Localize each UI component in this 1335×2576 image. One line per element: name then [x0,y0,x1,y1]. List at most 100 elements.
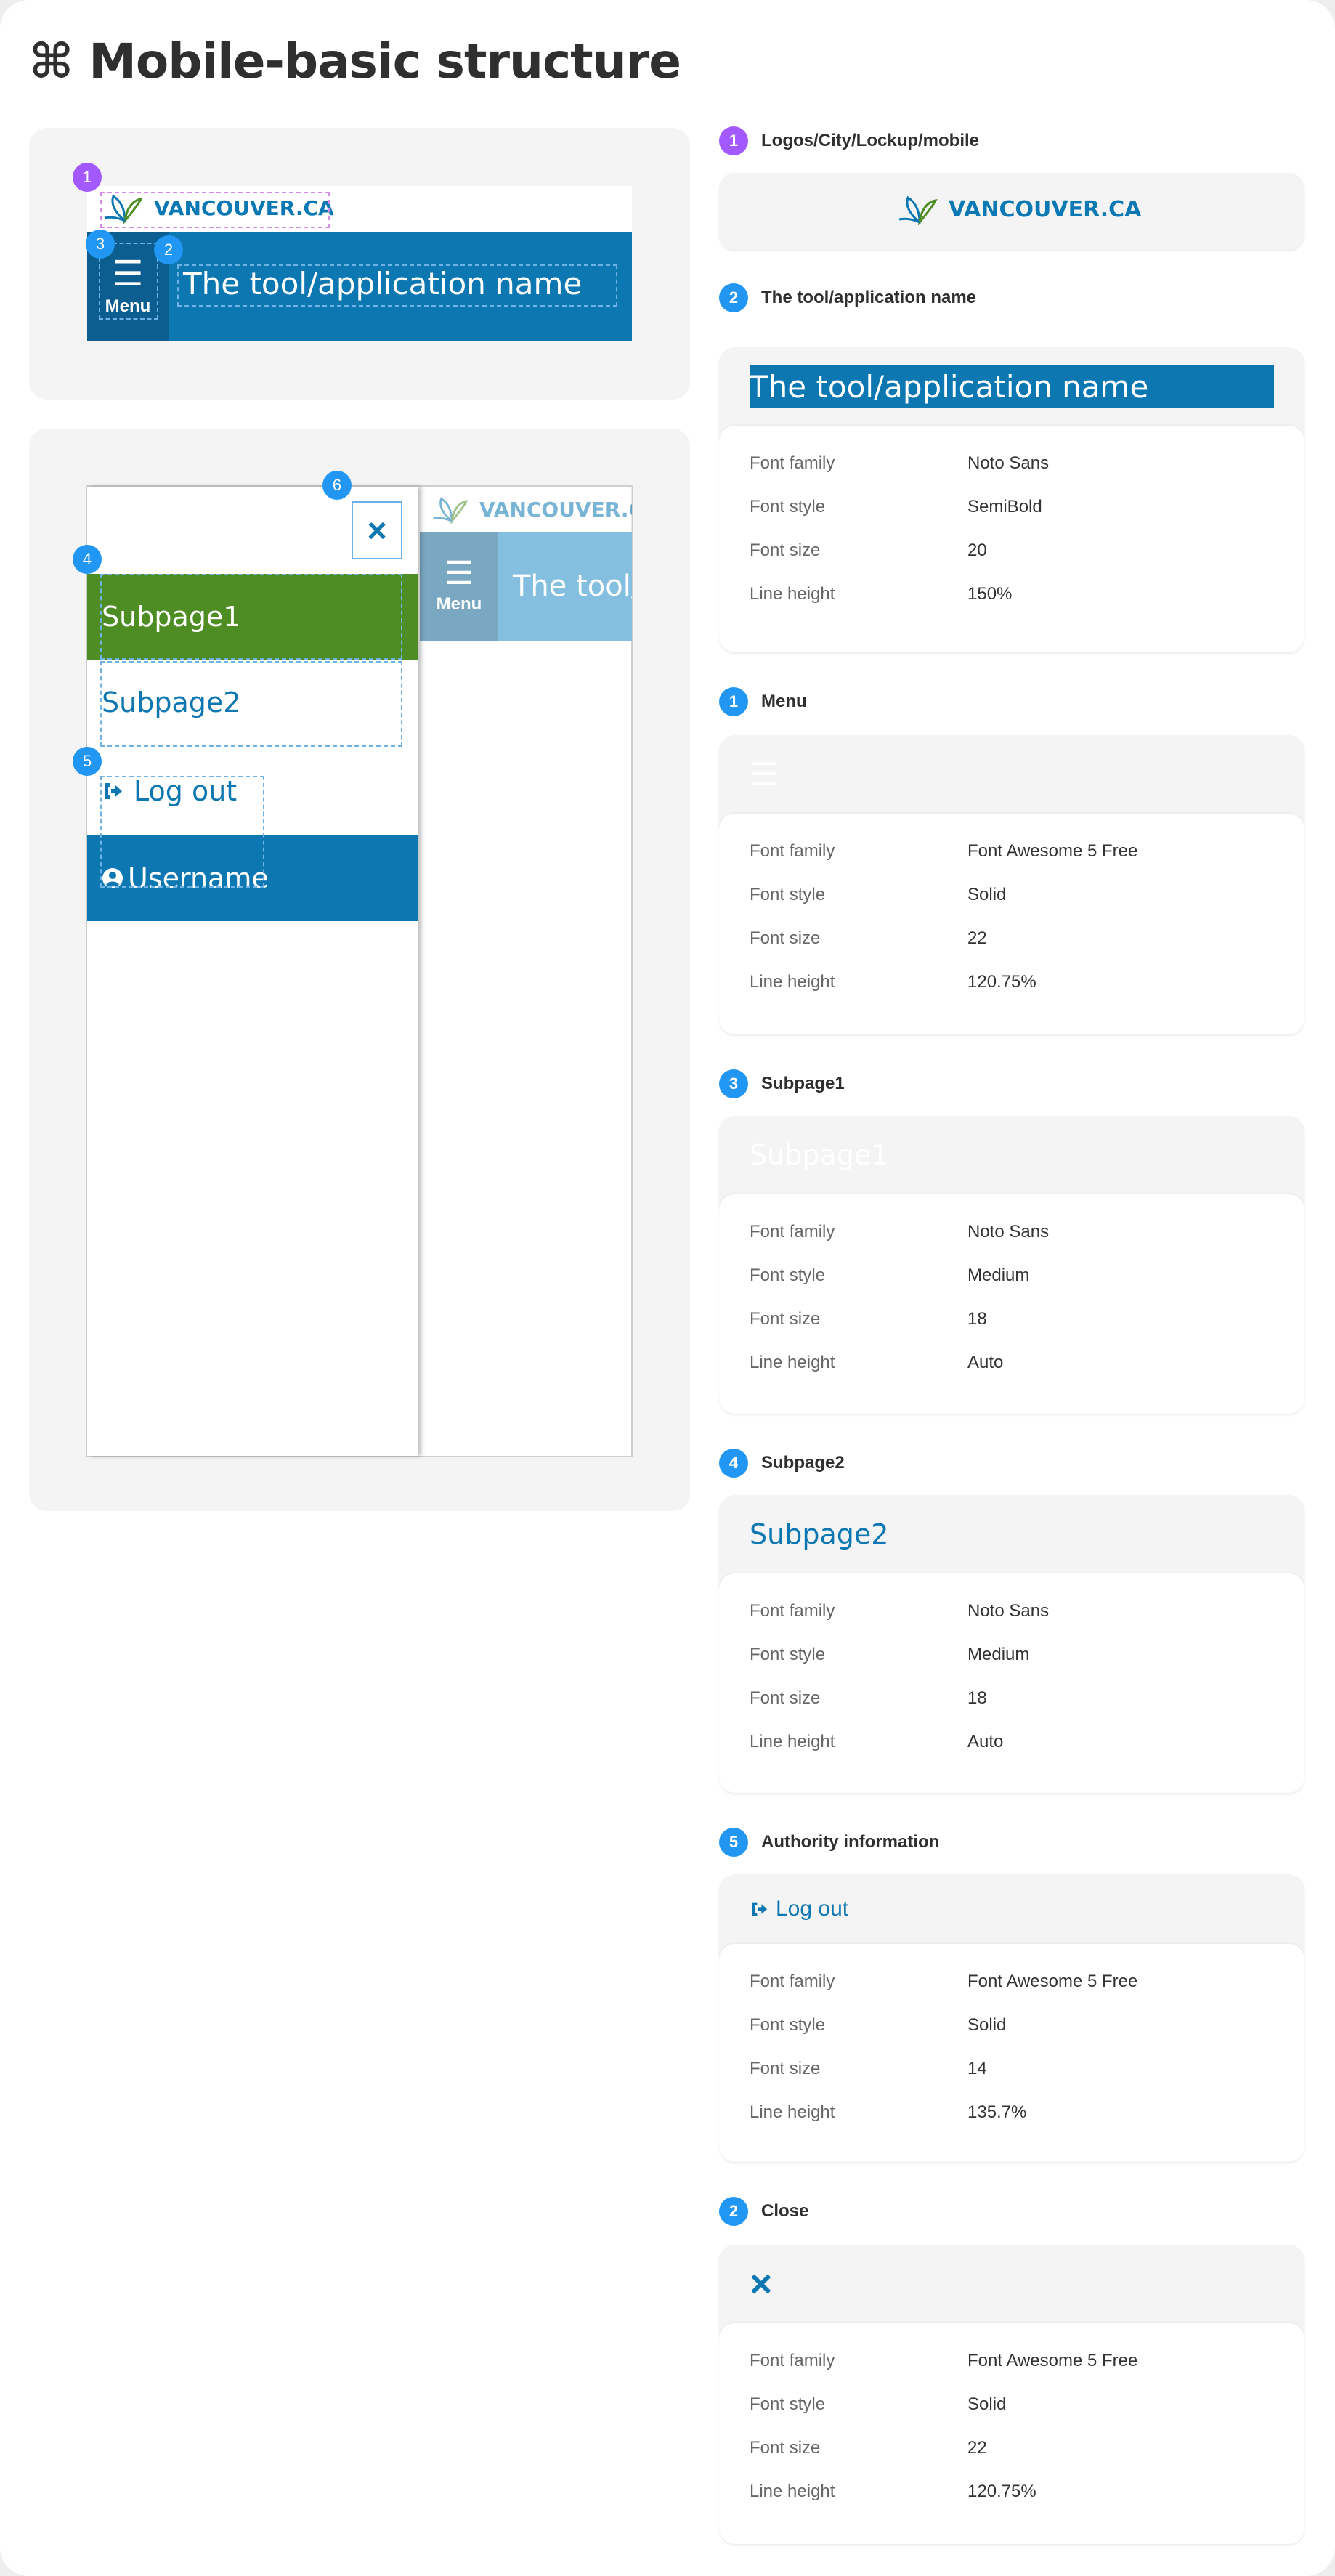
font-family-value: Font Awesome 5 Free [967,2351,1138,2370]
spec-app-card: The tool/application name Font family Not… [719,347,1304,652]
badge-2: 2 [154,235,183,264]
subpage2-preview: Subpage2 [750,1518,889,1550]
spec-title: The tool/application name [761,288,977,307]
spec-app-heading: 2 The tool/application name [719,283,976,312]
font-style-value: Medium [967,1265,1030,1285]
font-style-label: Font style [750,1645,826,1664]
subpage1-outline [100,574,402,660]
close-icon: × [367,511,387,549]
spec-menu-card: ☰ Font family Font Awesome 5 Free Font st… [719,735,1304,1034]
auth-outline [100,776,264,888]
font-size-label: Font size [750,540,821,560]
badge-4: 4 [73,545,102,574]
app-name: The tool/application name [183,266,583,301]
font-size-value: 22 [967,2438,987,2458]
line-height-value: 120.75% [967,2482,1036,2501]
bars-icon: ☰ [750,756,779,793]
font-size-label: Font size [750,1309,821,1329]
badge-6: 6 [322,471,352,500]
background-header-bar: ☰ Menu The tool/ [420,532,632,641]
bars-icon: ☰ [445,556,474,591]
font-size-label: Font size [750,2059,821,2078]
line-height-value: Auto [967,1732,1004,1751]
spec-badge: 3 [719,1069,748,1098]
spec-badge: 1 [719,126,748,155]
font-family-value: Noto Sans [967,1222,1050,1242]
spec-sub1-heading: 3 Subpage1 [719,1069,845,1098]
background-app-name: The tool/ [513,570,632,603]
font-family-label: Font family [750,1601,835,1621]
app-name-preview: The tool/application name [750,365,1274,408]
font-style-value: Solid [967,885,1007,904]
spec-badge: 2 [719,2197,748,2226]
font-style-label: Font style [750,2394,826,2414]
spec-logo-heading: 1 Logos/City/Lockup/mobile [719,126,979,155]
font-family-label: Font family [750,1222,835,1242]
spec-badge: 5 [719,1828,748,1857]
line-height-value: 150% [967,584,1013,604]
logo-text: VANCOUVER.CA [479,497,632,522]
menu-label: Menu [436,594,482,614]
font-family-value: Noto Sans [967,453,1050,473]
line-height-value: 135.7% [967,2102,1027,2122]
line-height-label: Line height [750,972,835,992]
spec-sub1-card: Subpage1 Font family Noto Sans Font style… [719,1116,1304,1414]
font-style-label: Font style [750,497,826,517]
spec-badge: 2 [719,283,748,312]
background-logo: VANCOUVER.CA [420,487,632,532]
spec-auth-heading: 5 Authority information [719,1828,939,1857]
line-height-label: Line height [750,2482,835,2501]
subpage1-preview: Subpage1 [750,1139,889,1171]
font-family-value: Noto Sans [967,1601,1050,1621]
spec-close-heading: 2 Close [719,2197,808,2226]
font-style-label: Font style [750,885,826,904]
badge-1: 1 [73,163,102,192]
font-style-value: Solid [967,2394,1007,2414]
spec-title: Subpage1 [761,1074,845,1093]
line-height-value: 120.75% [967,972,1036,992]
spec-title: Close [761,2201,809,2221]
font-size-value: 22 [967,928,987,948]
font-family-label: Font family [750,453,835,473]
font-style-label: Font style [750,1265,826,1285]
font-style-label: Font style [750,2015,826,2035]
font-style-value: Medium [967,1645,1030,1664]
spec-badge: 4 [719,1449,748,1478]
subpage2-outline [100,661,402,747]
line-height-value: Auto [967,1353,1004,1372]
font-family-value: Font Awesome 5 Free [967,841,1138,861]
line-height-label: Line height [750,1353,835,1372]
logout-preview: Log out [776,1897,849,1921]
close-button[interactable]: × [352,501,402,559]
line-height-label: Line height [750,584,835,604]
font-family-value: Font Awesome 5 Free [967,1972,1138,1991]
font-size-value: 18 [967,1688,987,1708]
font-size-value: 20 [967,540,987,560]
font-family-label: Font family [750,2351,835,2370]
city-logo-dimmed: VANCOUVER.CA [431,495,632,524]
spec-close-card: × Font family Font Awesome 5 Free Font st… [719,2245,1304,2544]
spec-auth-card: Log out Font family Font Awesome 5 Free F… [719,1874,1304,2162]
font-size-label: Font size [750,2438,821,2458]
sign-out-icon [752,1902,768,1916]
logo-outline [100,192,330,228]
spec-title: Authority information [761,1832,940,1852]
leaf-logo-icon [898,195,938,225]
page-title: ⌘ Mobile-basic structure [29,33,681,89]
font-family-label: Font family [750,1972,835,1991]
font-size-label: Font size [750,1688,821,1708]
line-height-label: Line height [750,2102,835,2122]
city-logo: VANCOUVER.CA [898,193,1141,225]
spec-title: Logos/City/Lockup/mobile [761,131,980,150]
spec-sub2-card: Subpage2 Font family Noto Sans Font style… [719,1495,1304,1793]
close-icon: × [750,2262,773,2306]
spec-title: Menu [761,692,807,711]
font-size-value: 14 [967,2059,987,2078]
spec-sub2-heading: 4 Subpage2 [719,1449,845,1478]
line-height-label: Line height [750,1732,835,1751]
font-size-value: 18 [967,1309,987,1329]
badge-3: 3 [86,230,115,259]
font-family-label: Font family [750,841,835,861]
spec-title: Subpage2 [761,1453,845,1473]
spec-page: ⌘ Mobile-basic structure VANCOUVER.CA ☰ … [0,0,1335,2576]
